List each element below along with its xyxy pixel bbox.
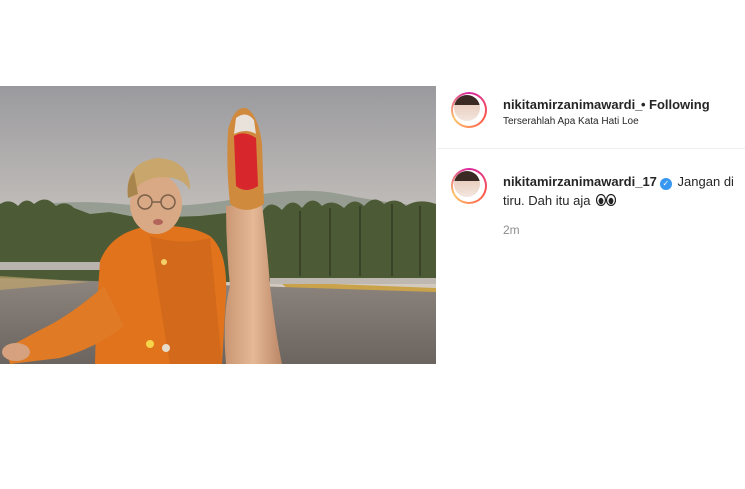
post-side-panel: nikitamirzanimawardi_ • Following Terser… <box>437 86 745 364</box>
owner-subtitle[interactable]: Terserahlah Apa Kata Hati Loe <box>503 116 639 127</box>
owner-avatar[interactable] <box>451 92 487 128</box>
caption-username[interactable]: nikitamirzanimawardi_17 <box>503 174 657 189</box>
caption-avatar[interactable] <box>451 168 487 204</box>
eyes-icon <box>595 192 617 211</box>
post-photo <box>0 86 436 364</box>
separator-dot: • <box>641 97 646 112</box>
following-button[interactable]: Following <box>649 97 710 112</box>
post-header: nikitamirzanimawardi_ • Following Terser… <box>437 86 745 149</box>
owner-username[interactable]: nikitamirzanimawardi_ <box>503 97 642 112</box>
verified-badge-icon: ✓ <box>659 178 672 190</box>
caption: nikitamirzanimawardi_17 ✓ Jangan di tiru.… <box>503 172 741 211</box>
post-image <box>0 86 436 364</box>
post-timestamp[interactable]: 2m <box>503 223 520 237</box>
caption-text-line1: Jangan <box>677 174 721 189</box>
